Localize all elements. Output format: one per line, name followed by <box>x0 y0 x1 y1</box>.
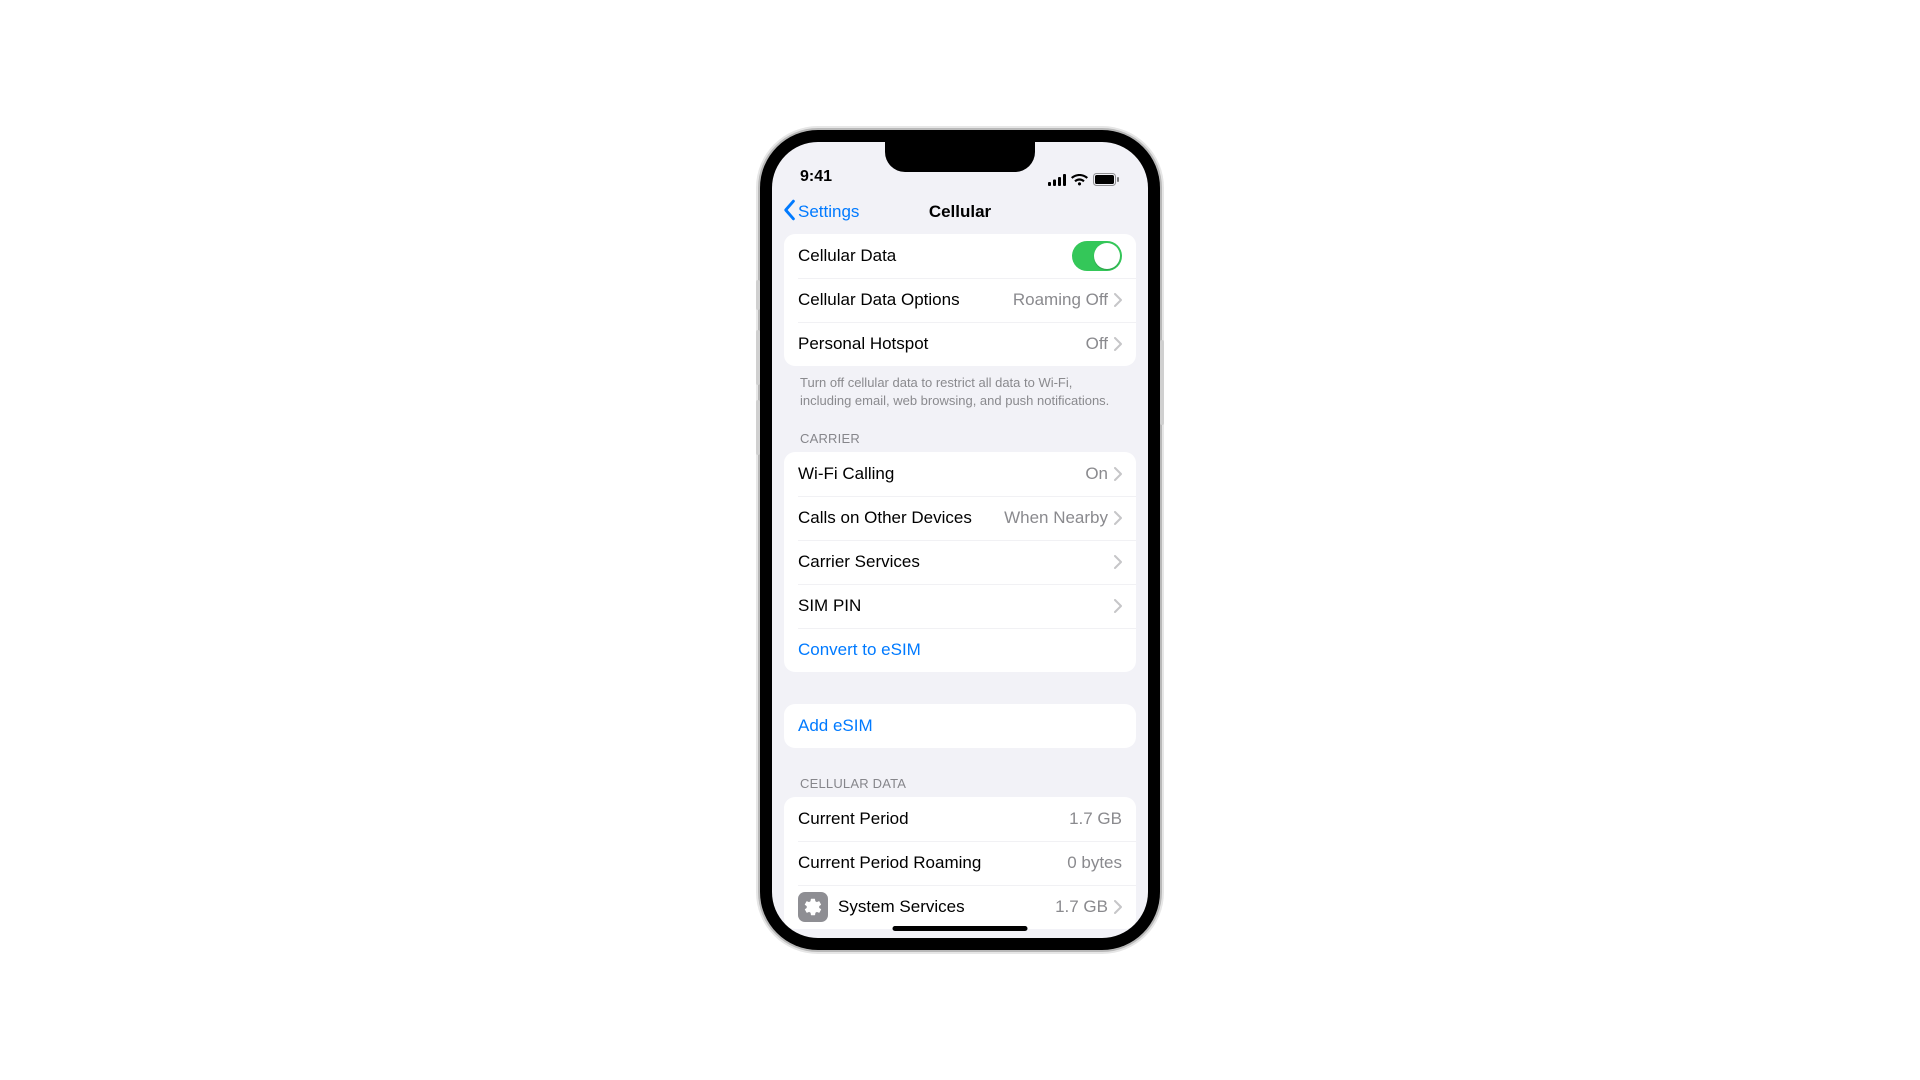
cellular-data-options-value: Roaming Off <box>1013 290 1108 310</box>
chevron-right-icon <box>1114 511 1122 525</box>
wifi-icon <box>1071 174 1088 186</box>
phone-frame: 9:41 Settings Cellular <box>760 130 1160 950</box>
chevron-right-icon <box>1114 900 1122 914</box>
calls-on-other-devices-row[interactable]: Calls on Other Devices When Nearby <box>784 496 1136 540</box>
system-services-row[interactable]: System Services 1.7 GB <box>784 885 1136 929</box>
chevron-right-icon <box>1114 467 1122 481</box>
nav-bar: Settings Cellular <box>772 190 1148 234</box>
back-button[interactable]: Settings <box>782 190 859 234</box>
convert-to-esim-row[interactable]: Convert to eSIM <box>784 628 1136 672</box>
notch <box>885 142 1035 172</box>
page-title: Cellular <box>929 202 991 222</box>
system-services-value: 1.7 GB <box>1055 897 1108 917</box>
carrier-header: CARRIER <box>800 431 1120 446</box>
current-period-row[interactable]: Current Period 1.7 GB <box>784 797 1136 841</box>
cellular-data-toggle[interactable] <box>1072 241 1122 271</box>
power-button <box>1160 340 1164 425</box>
cellular-usage-header: CELLULAR DATA <box>800 776 1120 791</box>
cellular-main-group: Cellular Data Cellular Data Options Roam… <box>784 234 1136 366</box>
carrier-services-label: Carrier Services <box>798 552 1114 572</box>
volume-up-button <box>756 330 760 385</box>
current-period-label: Current Period <box>798 809 1069 829</box>
wifi-calling-label: Wi-Fi Calling <box>798 464 1085 484</box>
add-esim-group: Add eSIM <box>784 704 1136 748</box>
sim-pin-row[interactable]: SIM PIN <box>784 584 1136 628</box>
add-esim-label: Add eSIM <box>798 716 1122 736</box>
personal-hotspot-row[interactable]: Personal Hotspot Off <box>784 322 1136 366</box>
status-time: 9:41 <box>800 168 832 186</box>
content[interactable]: Cellular Data Cellular Data Options Roam… <box>772 234 1148 938</box>
add-esim-row[interactable]: Add eSIM <box>784 704 1136 748</box>
personal-hotspot-label: Personal Hotspot <box>798 334 1086 354</box>
convert-to-esim-label: Convert to eSIM <box>798 640 1122 660</box>
screen: 9:41 Settings Cellular <box>772 142 1148 938</box>
cellular-signal-icon <box>1048 174 1066 186</box>
current-period-roaming-value: 0 bytes <box>1067 853 1122 873</box>
current-period-roaming-label: Current Period Roaming <box>798 853 1067 873</box>
system-services-label: System Services <box>838 897 1055 917</box>
chevron-left-icon <box>782 199 796 226</box>
carrier-group: Wi-Fi Calling On Calls on Other Devices … <box>784 452 1136 672</box>
cellular-data-footer: Turn off cellular data to restrict all d… <box>800 374 1120 409</box>
chevron-right-icon <box>1114 337 1122 351</box>
personal-hotspot-value: Off <box>1086 334 1108 354</box>
volume-down-button <box>756 400 760 455</box>
chevron-right-icon <box>1114 599 1122 613</box>
current-period-value: 1.7 GB <box>1069 809 1122 829</box>
mute-switch <box>756 280 760 310</box>
chevron-right-icon <box>1114 293 1122 307</box>
wifi-calling-value: On <box>1085 464 1108 484</box>
cellular-data-row[interactable]: Cellular Data <box>784 234 1136 278</box>
gear-icon <box>798 892 828 922</box>
cellular-usage-group: Current Period 1.7 GB Current Period Roa… <box>784 797 1136 929</box>
calls-on-other-devices-label: Calls on Other Devices <box>798 508 1004 528</box>
current-period-roaming-row[interactable]: Current Period Roaming 0 bytes <box>784 841 1136 885</box>
wifi-calling-row[interactable]: Wi-Fi Calling On <box>784 452 1136 496</box>
cellular-data-options-row[interactable]: Cellular Data Options Roaming Off <box>784 278 1136 322</box>
status-indicators <box>1048 173 1120 186</box>
sim-pin-label: SIM PIN <box>798 596 1114 616</box>
cellular-data-label: Cellular Data <box>798 246 1072 266</box>
back-label: Settings <box>798 202 859 222</box>
cellular-data-options-label: Cellular Data Options <box>798 290 1013 310</box>
battery-icon <box>1093 173 1120 186</box>
calls-on-other-devices-value: When Nearby <box>1004 508 1108 528</box>
carrier-services-row[interactable]: Carrier Services <box>784 540 1136 584</box>
home-indicator[interactable] <box>893 926 1028 931</box>
chevron-right-icon <box>1114 555 1122 569</box>
